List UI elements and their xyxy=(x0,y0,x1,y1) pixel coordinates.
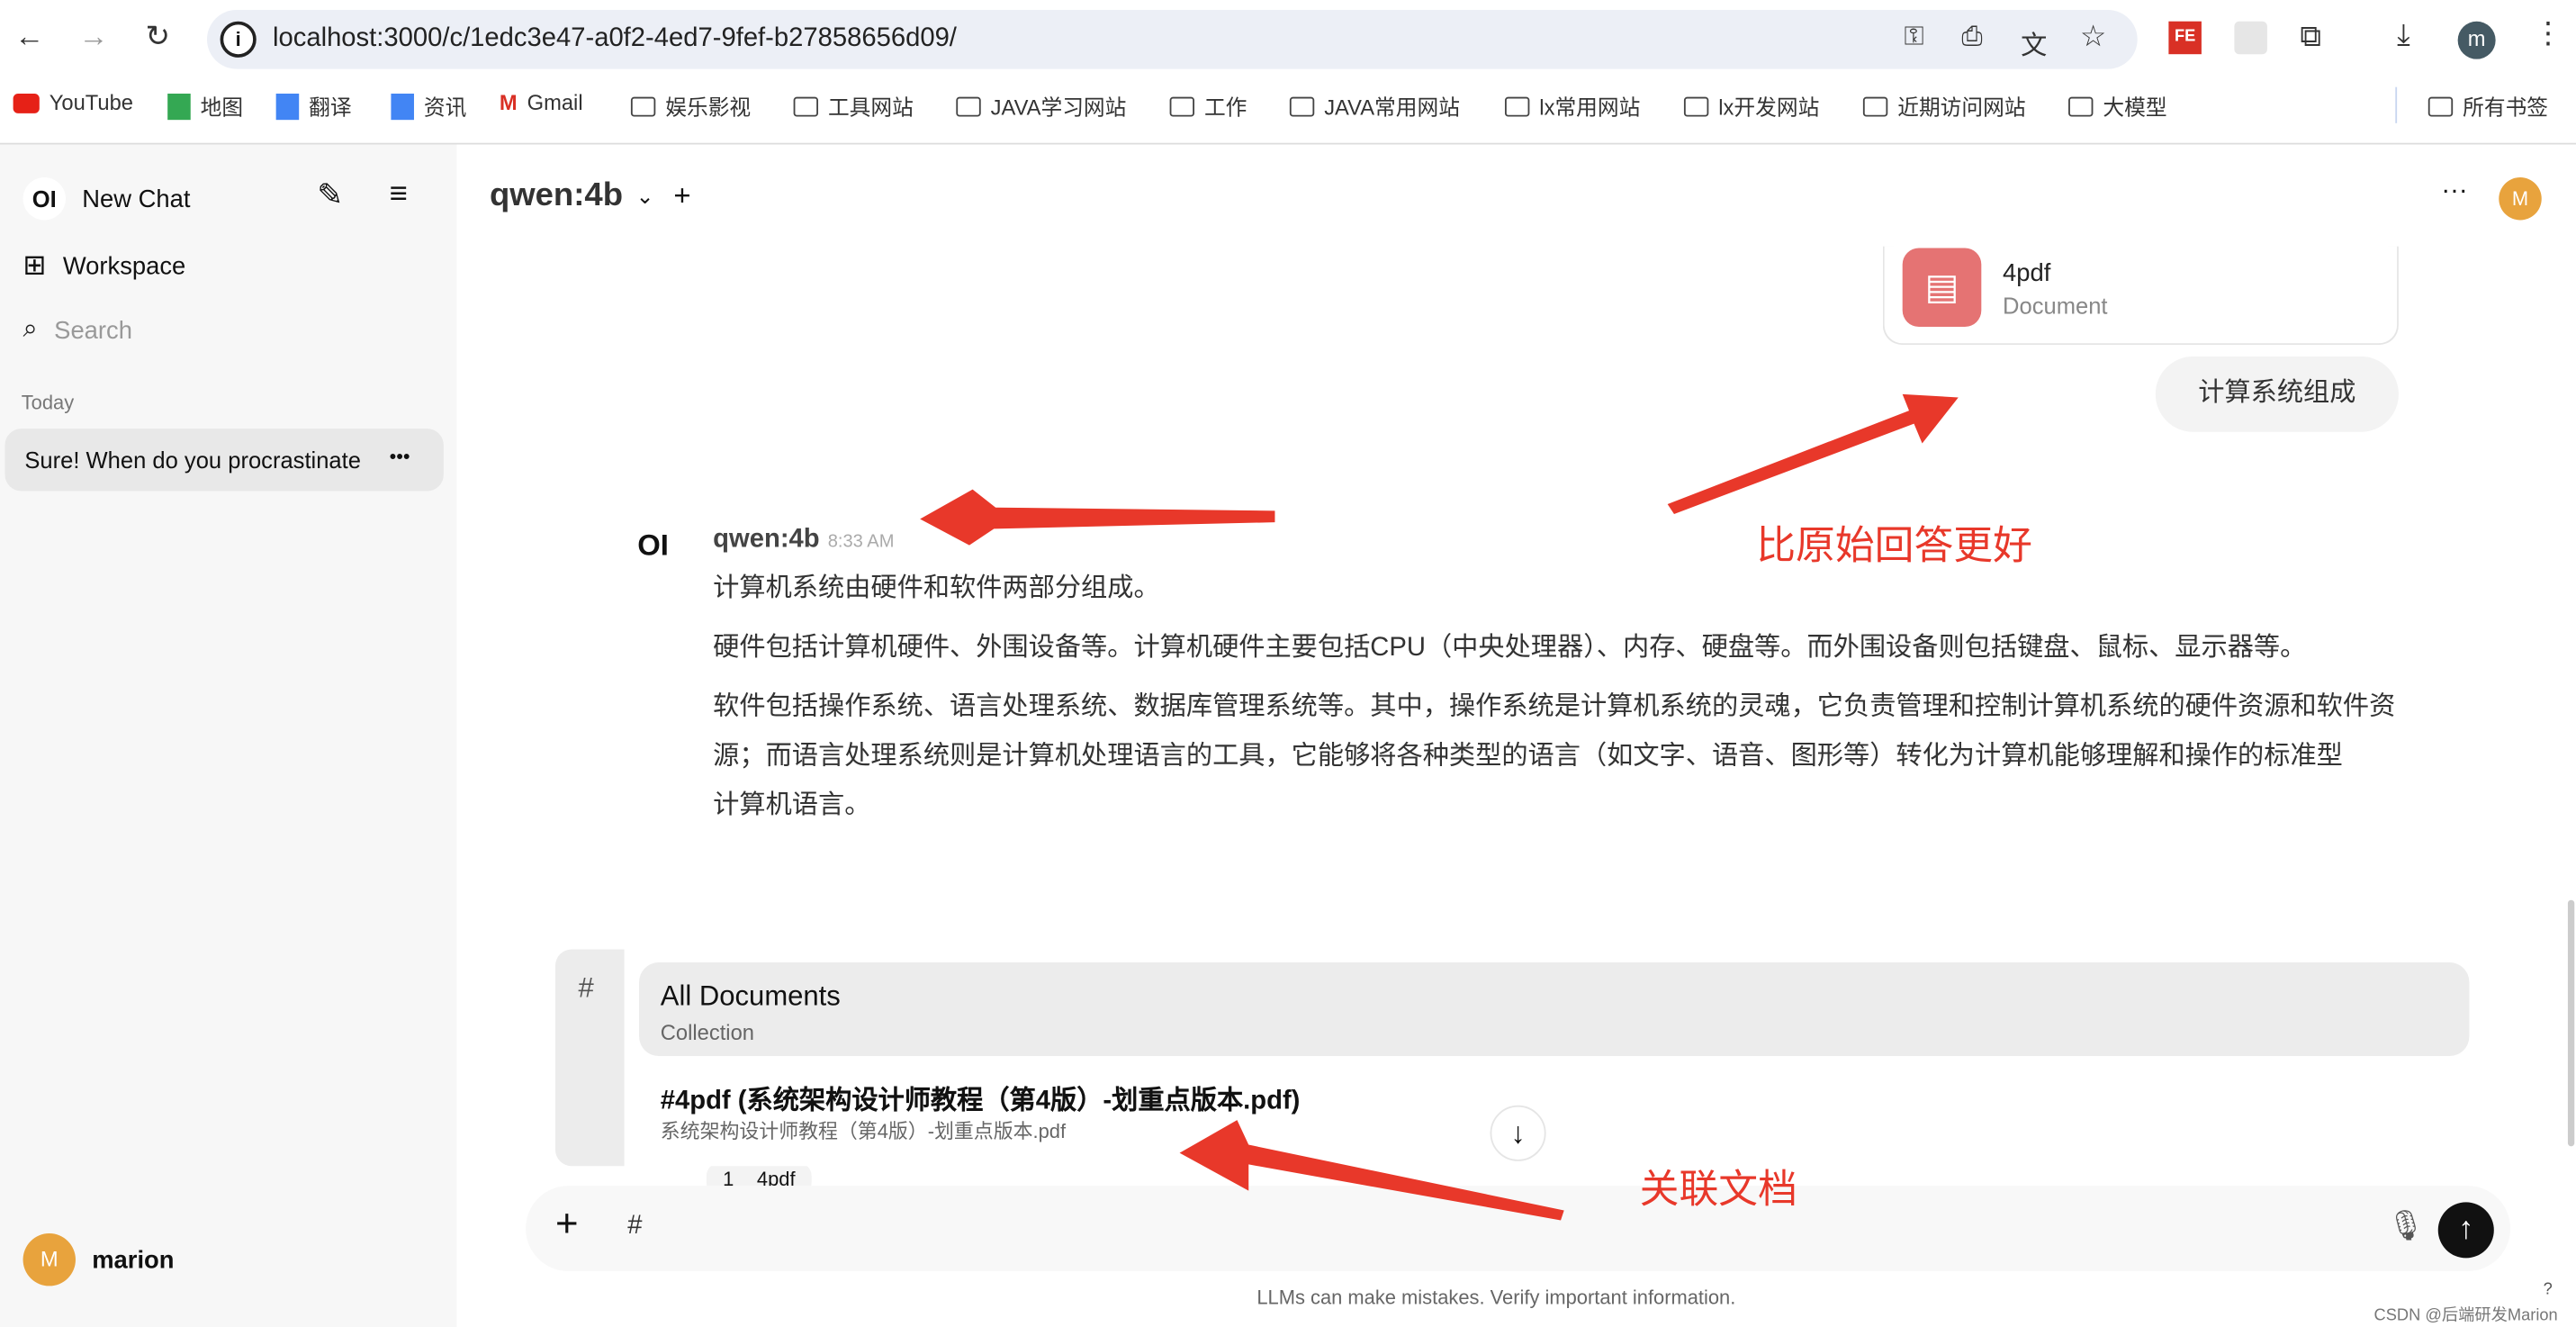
annotation-arrow xyxy=(1667,393,1959,515)
annotation-arrows xyxy=(920,393,1959,1221)
annotation-text: 比原始回答更好 xyxy=(1756,523,2032,569)
annotation-text: 关联文档 xyxy=(1639,1168,1797,1213)
help-button[interactable]: ? xyxy=(2544,1281,2553,1299)
annotation-arrow xyxy=(1179,1120,1564,1221)
watermark: CSDN @后端研发Marion xyxy=(2373,1307,2558,1326)
annotation-arrow xyxy=(920,489,1275,546)
